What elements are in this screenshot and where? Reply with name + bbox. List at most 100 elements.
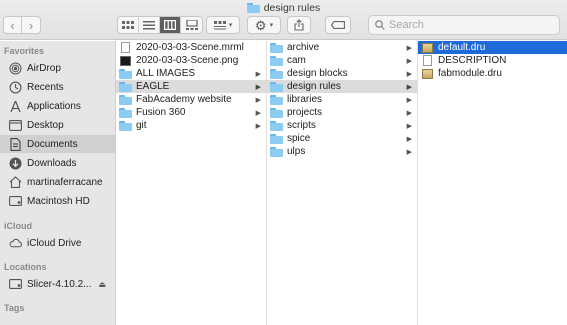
folder-icon (119, 94, 132, 105)
file-row[interactable]: 2020-03-03-Scene.png (116, 54, 266, 67)
folder-row[interactable]: ulps ▶ (267, 145, 417, 158)
sidebar-item-label: Macintosh HD (27, 195, 90, 207)
file-name: DESCRIPTION (438, 55, 507, 66)
chevron-down-icon: ▾ (228, 22, 233, 29)
sidebar-item-home[interactable]: martinaferracane (0, 173, 115, 191)
sidebar-heading-tags: Tags (4, 303, 25, 313)
browser-column-documents: 2020-03-03-Scene.mrml 2020-03-03-Scene.p… (116, 41, 267, 325)
folder-icon (119, 120, 132, 131)
image-thumbnail-icon (120, 55, 131, 66)
folder-icon (270, 107, 283, 118)
sidebar-heading-locations: Locations (4, 262, 47, 272)
sidebar-item-label: Recents (27, 81, 64, 93)
folder-row[interactable]: libraries ▶ (267, 93, 417, 106)
disclosure-arrow-icon: ▶ (406, 57, 412, 65)
search-icon (375, 20, 385, 30)
folder-icon (119, 107, 132, 118)
chevron-right-icon: › (28, 17, 34, 33)
folder-row[interactable]: design blocks ▶ (267, 67, 417, 80)
folder-name: FabAcademy website (136, 94, 232, 105)
gear-icon: ⚙ (254, 17, 267, 33)
sidebar-item-icloud-drive[interactable]: iCloud Drive (0, 234, 115, 252)
file-row[interactable]: DESCRIPTION (418, 54, 567, 67)
sidebar-item-documents[interactable]: Documents (0, 135, 115, 153)
home-icon (9, 176, 22, 189)
sidebar-item-desktop[interactable]: Desktop (0, 116, 115, 134)
sidebar-item-airdrop[interactable]: AirDrop (0, 59, 115, 77)
folder-name: archive (287, 42, 320, 53)
disclosure-arrow-icon: ▶ (406, 135, 412, 143)
folder-icon (270, 133, 283, 144)
icon-view-button[interactable] (118, 17, 139, 33)
group-by-button[interactable]: ▾ (206, 16, 240, 34)
sidebar-item-slicer-volume[interactable]: Slicer-4.10.2... ⏏ (0, 275, 115, 293)
folder-name: projects (287, 107, 323, 118)
sidebar: Favorites AirDrop Recents Applications D… (0, 41, 116, 325)
disclosure-arrow-icon: ▶ (406, 122, 412, 130)
folder-row-selected[interactable]: design rules ▶ (267, 80, 417, 93)
share-icon (294, 19, 304, 31)
folder-row[interactable]: Fusion 360 ▶ (116, 106, 266, 119)
folder-icon (270, 55, 283, 66)
tags-button[interactable] (325, 16, 351, 34)
folder-name: design rules (287, 81, 341, 92)
icon-view-icon (122, 20, 134, 29)
folder-icon (246, 3, 260, 13)
action-button[interactable]: ⚙ ▾ (247, 16, 281, 34)
folder-row[interactable]: spice ▶ (267, 132, 417, 145)
folder-row-selected[interactable]: EAGLE ▶ (116, 80, 266, 93)
folder-row[interactable]: cam ▶ (267, 54, 417, 67)
disk-image-icon (9, 278, 22, 291)
file-row-selected[interactable]: default.dru (418, 41, 567, 54)
sidebar-item-label: Downloads (27, 157, 77, 169)
gallery-view-button[interactable] (181, 17, 202, 33)
finder-window: design rules ‹ › ▾ ⚙ ▾ Search Favorites … (0, 0, 567, 325)
tag-icon (331, 21, 345, 29)
folder-row[interactable]: scripts ▶ (267, 119, 417, 132)
folder-row[interactable]: projects ▶ (267, 106, 417, 119)
gallery-view-icon (185, 20, 198, 30)
sidebar-heading-icloud: iCloud (4, 221, 32, 231)
folder-row[interactable]: archive ▶ (267, 41, 417, 54)
sidebar-item-label: Desktop (27, 119, 64, 131)
dru-file-icon (422, 42, 433, 53)
folder-icon (270, 68, 283, 79)
folder-row[interactable]: git ▶ (116, 119, 266, 132)
search-field[interactable] (368, 15, 560, 35)
file-row[interactable]: fabmodule.dru (418, 67, 567, 80)
file-name: 2020-03-03-Scene.png (136, 55, 239, 66)
folder-name: spice (287, 133, 311, 144)
search-input[interactable] (389, 19, 549, 31)
chevron-left-icon: ‹ (10, 17, 15, 33)
document-icon (423, 55, 432, 66)
sidebar-item-downloads[interactable]: Downloads (0, 154, 115, 172)
disclosure-arrow-icon: ▶ (255, 83, 261, 91)
disclosure-arrow-icon: ▶ (406, 96, 412, 104)
sidebar-item-label: Applications (27, 100, 81, 112)
folder-icon (270, 94, 283, 105)
column-view-icon (164, 20, 176, 30)
list-view-button[interactable] (139, 17, 160, 33)
file-name: 2020-03-03-Scene.mrml (136, 42, 244, 53)
disclosure-arrow-icon: ▶ (255, 96, 261, 104)
sidebar-item-label: Slicer-4.10.2... (27, 278, 92, 290)
file-row[interactable]: 2020-03-03-Scene.mrml (116, 41, 266, 54)
folder-name: Fusion 360 (136, 107, 186, 118)
file-name: fabmodule.dru (438, 68, 502, 79)
column-view-button[interactable] (160, 17, 181, 33)
sidebar-item-label: AirDrop (27, 62, 61, 74)
eject-icon[interactable]: ⏏ (98, 280, 106, 289)
folder-row[interactable]: FabAcademy website ▶ (116, 93, 266, 106)
folder-row[interactable]: ALL IMAGES ▶ (116, 67, 266, 80)
file-name: default.dru (438, 42, 486, 53)
share-button[interactable] (287, 16, 311, 34)
cloud-icon (9, 237, 22, 250)
sidebar-item-recents[interactable]: Recents (0, 78, 115, 96)
sidebar-item-applications[interactable]: Applications (0, 97, 115, 115)
sidebar-item-macintosh-hd[interactable]: Macintosh HD (0, 192, 115, 210)
sidebar-heading-favorites: Favorites (4, 46, 45, 56)
forward-button[interactable]: › (22, 16, 41, 34)
back-button[interactable]: ‹ (3, 16, 22, 34)
folder-icon (270, 146, 283, 157)
sidebar-item-label: martinaferracane (27, 176, 103, 188)
